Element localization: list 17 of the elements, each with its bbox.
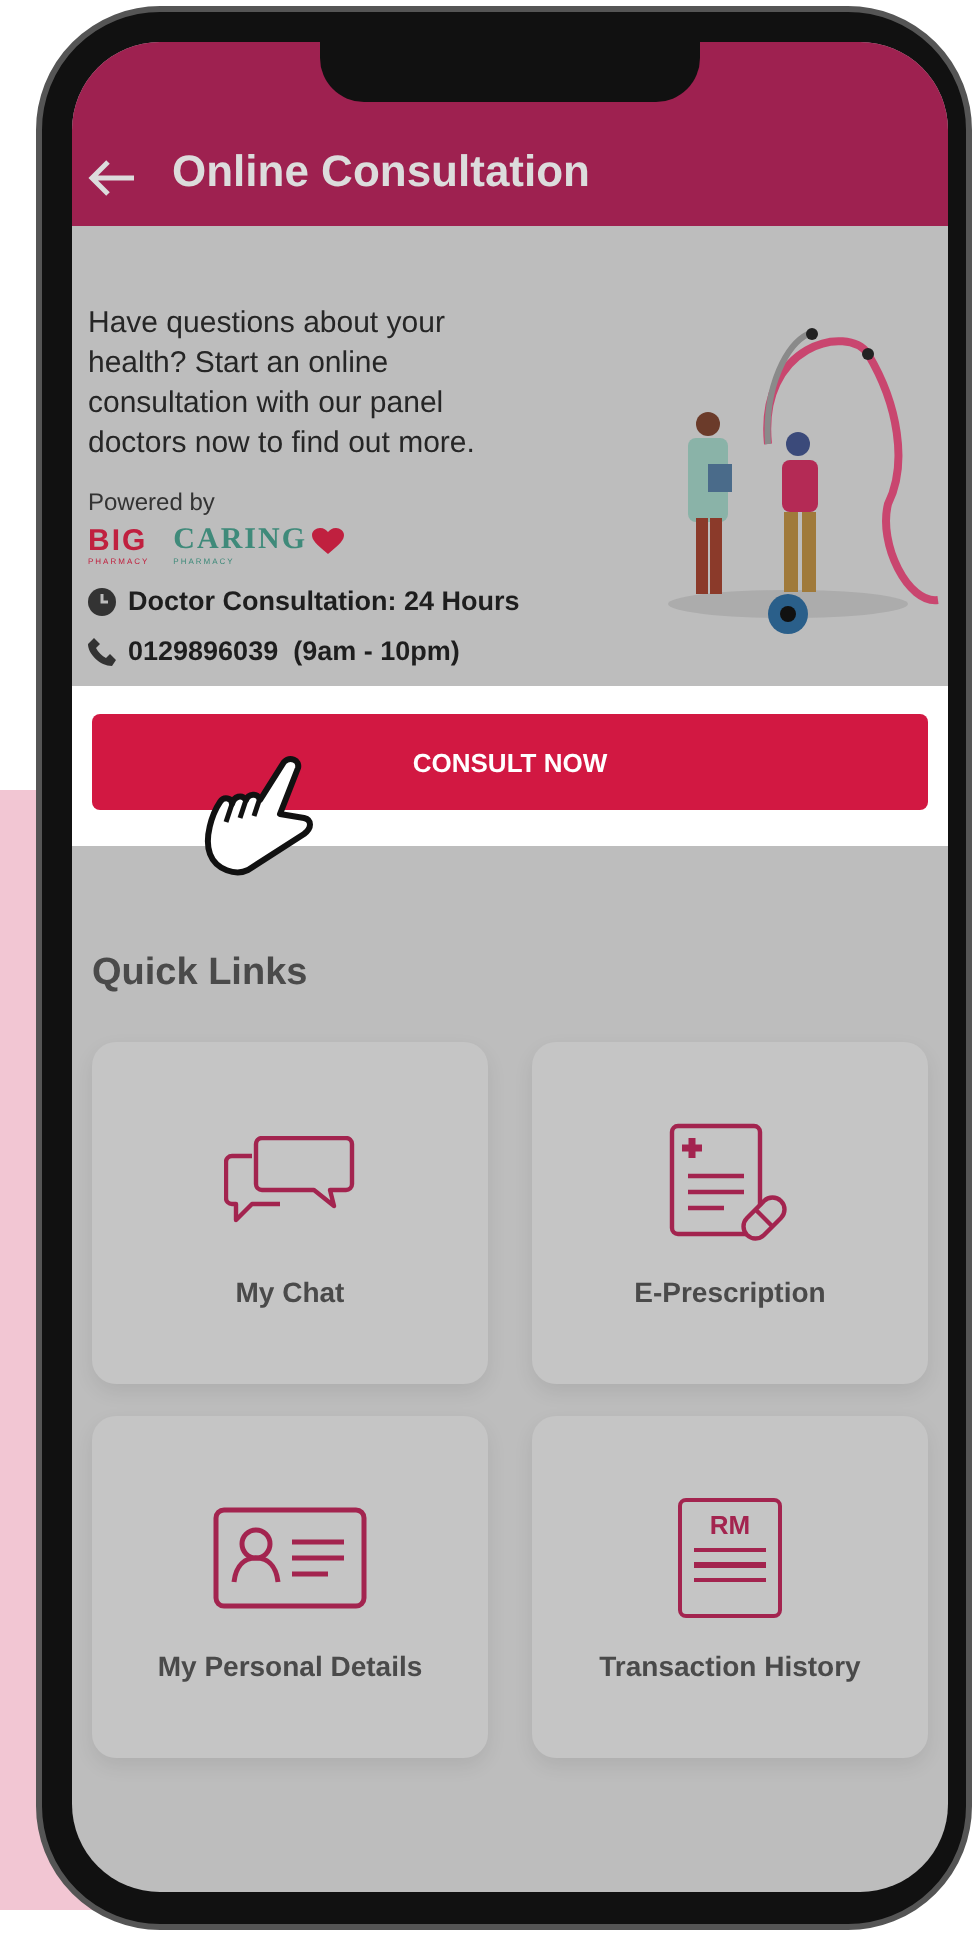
quick-link-card[interactable]: E-Prescription	[532, 1042, 928, 1384]
receipt-icon: RM	[678, 1497, 782, 1617]
contact-info: 0129896039 (9am - 10pm)	[128, 636, 460, 666]
id-card-icon	[212, 1505, 368, 1609]
intro-text: Have questions about your health? Start an online consultation with our panel doctors now to find out more.	[88, 304, 477, 464]
quick-link-card[interactable]: My Chat	[92, 1042, 488, 1384]
back-arrow-icon[interactable]	[88, 158, 136, 198]
quick-link-card[interactable]: RM Transaction History	[532, 1416, 928, 1758]
page-title: Online Consultation	[172, 146, 590, 198]
phone-icon	[88, 637, 116, 665]
consult-now-button[interactable]: CONSULT NOW	[92, 714, 928, 810]
contact-info: Doctor Consultation: 24 Hours	[128, 586, 520, 616]
prescription-icon	[668, 1121, 792, 1245]
powered-by-label: Powered by	[88, 488, 217, 516]
quick-link-card[interactable]: My Personal Details	[92, 1416, 488, 1758]
section-title: Quick Links	[90, 950, 310, 996]
clock-icon	[88, 587, 116, 615]
